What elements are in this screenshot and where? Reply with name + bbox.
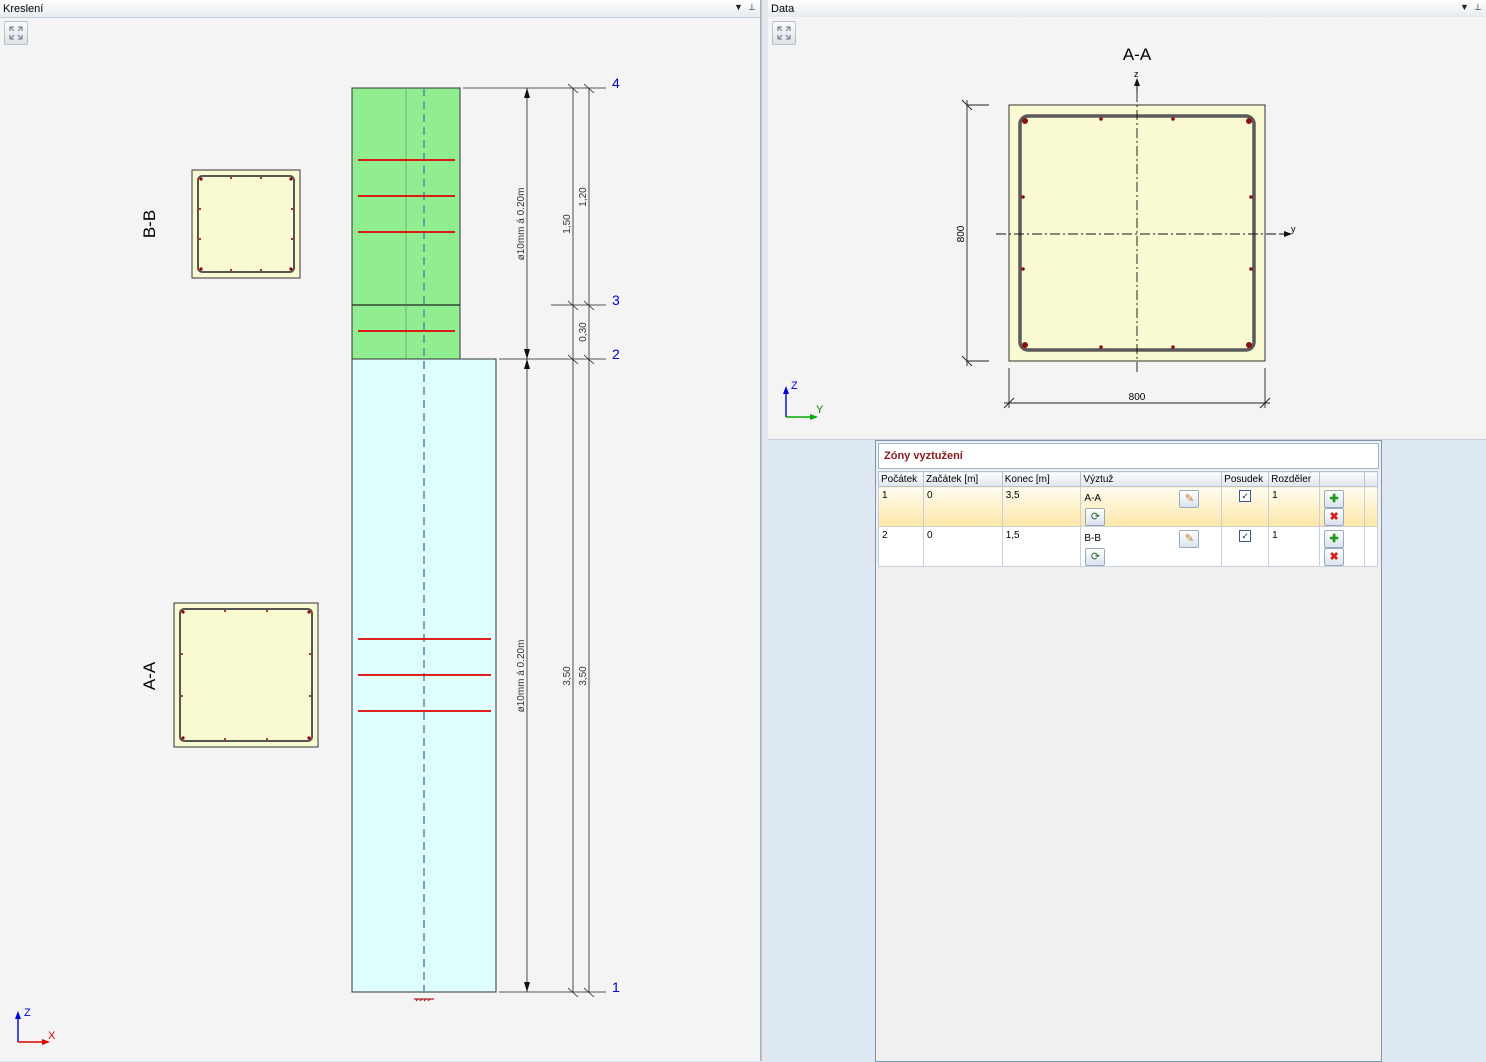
cell-rozdeler[interactable]: 1: [1268, 526, 1321, 567]
refresh-icon: ⟳: [1090, 511, 1101, 523]
col-konec[interactable]: Konec [m]: [1001, 471, 1082, 487]
close-icon: ✖: [1329, 511, 1339, 523]
section-bb-preview[interactable]: [191, 169, 301, 279]
delete-button[interactable]: ✖: [1324, 508, 1345, 526]
add-button[interactable]: ✚: [1324, 530, 1345, 548]
dim-1-20: 1,20: [578, 187, 589, 207]
cell-vyztuz[interactable]: B-B ✎ ⟳: [1080, 526, 1223, 567]
zones-title: Zóny vyztužení: [884, 450, 963, 462]
dim-1-50: 1,50: [562, 214, 573, 234]
node-label-2: 2: [612, 346, 620, 362]
col-actions: [1319, 471, 1365, 487]
delete-button[interactable]: ✖: [1324, 548, 1345, 566]
posudek-checkbox[interactable]: ✓: [1239, 490, 1252, 502]
edit-button[interactable]: ✎: [1179, 490, 1200, 508]
xz-axis-icon: [15, 1011, 50, 1045]
edit-button[interactable]: ✎: [1179, 530, 1200, 548]
drawing-panel: Kreslení ▼ ⊥ B-B A-A 1,20 1,50 0,30 3,50…: [0, 0, 761, 1061]
support-symbol: [414, 998, 434, 1002]
section-title: A-A: [1123, 45, 1152, 64]
dim-0-30: 0,30: [578, 322, 589, 342]
cell-pocatek: 2: [878, 526, 924, 567]
cell-zacatek[interactable]: 0: [922, 526, 1003, 567]
node-label-4: 4: [612, 75, 620, 91]
cell-pocatek: 1: [878, 486, 924, 527]
col-vyztuz[interactable]: Výztuž: [1080, 471, 1223, 487]
width-dimension: 800: [1129, 392, 1146, 403]
height-dimension: 800: [956, 225, 967, 242]
col-posudek[interactable]: Posudek: [1221, 471, 1270, 487]
cell-rozdeler[interactable]: 1: [1268, 486, 1321, 527]
section-aa-label: A-A: [140, 661, 159, 690]
plus-icon: ✚: [1329, 533, 1339, 545]
vyztuz-value: B-B: [1084, 533, 1102, 544]
zones-header: Zóny vyztužení: [878, 443, 1379, 469]
zones-table: Počátek Začátek [m] Konec [m] Výztuž Pos…: [878, 471, 1379, 567]
posudek-checkbox[interactable]: ✓: [1239, 530, 1252, 542]
vyztuz-value: A-A: [1084, 493, 1102, 504]
axis-Y-label: Y: [816, 404, 824, 416]
table-row[interactable]: 1 0 3,5 A-A ✎⟳ ✓ 1 ✚✖: [878, 486, 1379, 527]
cell-posudek[interactable]: ✓: [1221, 526, 1270, 567]
refresh-button[interactable]: ⟳: [1085, 548, 1106, 566]
add-button[interactable]: ✚: [1324, 490, 1345, 508]
axis-z-label: Z: [24, 1007, 31, 1019]
dim-3-50-b: 3,50: [578, 666, 589, 686]
cell-empty: [1363, 526, 1379, 567]
axis-Z-label: Z: [791, 380, 798, 392]
yz-axis-icon: [783, 386, 818, 420]
cell-posudek[interactable]: ✓: [1221, 486, 1270, 527]
col-pocatek[interactable]: Počátek: [878, 471, 924, 487]
col-scroll: [1363, 471, 1379, 487]
cell-empty: [1363, 486, 1379, 527]
section-aa-preview[interactable]: [173, 602, 319, 748]
table-row[interactable]: 2 0 1,5 B-B ✎⟳ ✓ 1 ✚✖: [878, 526, 1379, 567]
node-label-3: 3: [612, 292, 620, 308]
col-rozdeler[interactable]: Rozděler: [1268, 471, 1321, 487]
node-label-1: 1: [612, 979, 620, 995]
stirrup-label-lower: ø10mm á 0.20m: [516, 640, 527, 713]
cross-section-drawing[interactable]: A-A z y 800 800 Z Y: [768, 0, 1486, 440]
cell-konec[interactable]: 1,5: [1001, 526, 1082, 567]
close-icon: ✖: [1329, 551, 1339, 563]
axis-x-label: X: [48, 1030, 56, 1042]
pencil-icon: ✎: [1184, 493, 1195, 505]
cell-konec[interactable]: 3,5: [1001, 486, 1082, 527]
cell-actions: ✚✖: [1319, 526, 1365, 567]
dim-3-50-a: 3,50: [562, 666, 573, 686]
axis-z-section-label: z: [1134, 69, 1139, 79]
col-zacatek[interactable]: Začátek [m]: [922, 471, 1003, 487]
stirrup-label-upper: ø10mm á 0.20m: [516, 188, 527, 261]
pencil-icon: ✎: [1184, 533, 1195, 545]
cell-actions: ✚✖: [1319, 486, 1365, 527]
refresh-icon: ⟳: [1090, 551, 1101, 563]
cell-vyztuz[interactable]: A-A ✎ ⟳: [1080, 486, 1223, 527]
reinforcement-zones-panel: Zóny vyztužení Počátek Začátek [m] Konec…: [875, 440, 1382, 1062]
cell-zacatek[interactable]: 0: [922, 486, 1003, 527]
column-drawing[interactable]: B-B A-A 1,20 1,50 0,30 3,50 3,50 ø10mm á…: [0, 0, 760, 1061]
axis-y-section-label: y: [1291, 224, 1296, 234]
plus-icon: ✚: [1329, 493, 1339, 505]
refresh-button[interactable]: ⟳: [1085, 508, 1106, 526]
section-bb-label: B-B: [140, 210, 159, 238]
